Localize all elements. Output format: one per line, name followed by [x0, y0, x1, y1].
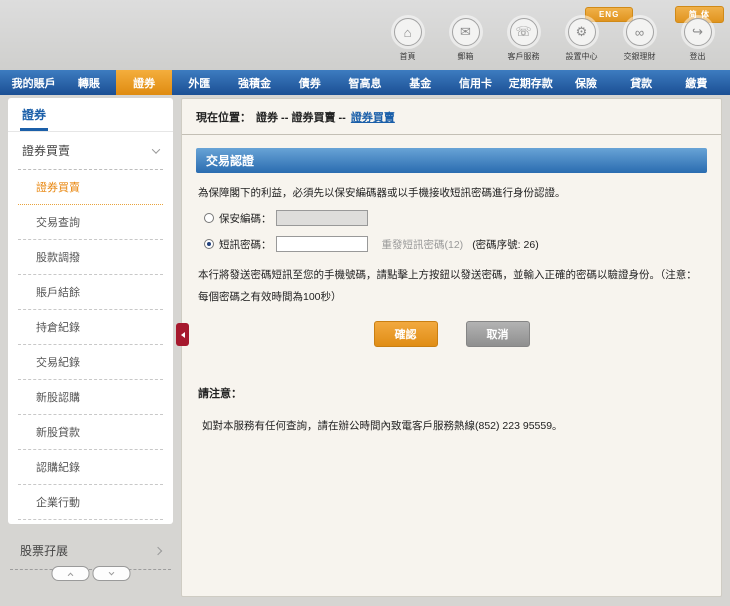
- sidebar-menu: 證券 證券買賣 證券買賣 交易查詢 股款調撥 賬戶結餘 持倉紀錄 交易紀錄 新股…: [8, 98, 173, 524]
- sidebar-pager: [51, 566, 130, 581]
- chevron-down-icon: [151, 144, 161, 154]
- nav-item-transfer[interactable]: 轉賬: [61, 70, 116, 95]
- quick-link-customer-service[interactable]: ☏ 客戶服務: [499, 18, 548, 62]
- sms-code-radio[interactable]: [204, 239, 214, 249]
- sidebar-item-transaction-enquiry[interactable]: 交易查詢: [18, 205, 163, 240]
- nav-item-insurance[interactable]: 保險: [558, 70, 613, 95]
- breadcrumb-path: 證券 -- 證券買賣 --: [256, 112, 346, 124]
- sidebar-section-margin-trading[interactable]: 股票孖展: [10, 532, 171, 570]
- nav-item-bill-payment[interactable]: 繳費: [669, 70, 724, 95]
- sidebar-item-ipo-subscription[interactable]: 新股認購: [18, 380, 163, 415]
- quick-links: ⌂ 首頁 ✉ 郵箱 ☏ 客戶服務 ⚙ 設置中心 ∞ 交銀理財 ↪ 登出: [383, 18, 722, 62]
- action-buttons: 確認 取消: [196, 321, 707, 348]
- quick-link-settings-center[interactable]: ⚙ 設置中心: [557, 18, 606, 62]
- chevron-right-icon: [153, 546, 163, 555]
- quick-link-label: 首頁: [399, 52, 416, 61]
- cancel-button[interactable]: 取消: [465, 321, 530, 348]
- sidebar-items: 證券買賣 交易查詢 股款調撥 賬戶結餘 持倉紀錄 交易紀錄 新股認購 新股貸款: [8, 170, 173, 520]
- confirm-button[interactable]: 確認: [373, 321, 438, 348]
- sidebar-item-ipo-loan[interactable]: 新股貸款: [18, 415, 163, 450]
- sidebar-tab-label: 證券: [20, 106, 49, 131]
- resend-sms-button[interactable]: 重發短訊密碼(12): [382, 237, 464, 252]
- security-code-option: 保安編碼：: [204, 210, 707, 226]
- sidebar-section-securities-trading[interactable]: 證券買賣: [18, 132, 163, 170]
- main-content: 現在位置： 證券 -- 證券買賣 -- 證券買賣 交易認證 為保障閣下的利益，必須先…: [176, 98, 722, 597]
- breadcrumb-prefix: 現在位置：: [196, 112, 251, 124]
- nav-item-time-deposit[interactable]: 定期存款: [503, 70, 558, 95]
- gear-icon: ⚙: [567, 18, 596, 46]
- sidebar-item-corporate-actions[interactable]: 企業行動: [18, 485, 163, 520]
- nav-item-bonds[interactable]: 債券: [282, 70, 337, 95]
- sidebar-item-transaction-records[interactable]: 交易紀錄: [18, 345, 163, 380]
- security-code-radio[interactable]: [204, 213, 214, 223]
- breadcrumb-current[interactable]: 證券買賣: [351, 112, 395, 124]
- home-icon: ⌂: [393, 18, 422, 46]
- scroll-up-button[interactable]: [51, 566, 89, 581]
- nav-item-my-accounts[interactable]: 我的賬戶: [6, 70, 61, 95]
- quick-link-label: 設置中心: [565, 52, 598, 61]
- customer-service-icon: ☏: [509, 18, 538, 46]
- sidebar-item-account-balance[interactable]: 賬戶結餘: [18, 275, 163, 310]
- quick-link-label: 郵箱: [457, 52, 474, 61]
- nav-item-smart-interest[interactable]: 智高息: [337, 70, 392, 95]
- nav-item-mpf[interactable]: 強積金: [227, 70, 282, 95]
- sms-code-input[interactable]: [275, 236, 368, 252]
- sms-code-label: 短訊密碼：: [219, 238, 272, 251]
- quick-link-label: 客戶服務: [507, 52, 540, 61]
- divider: [182, 134, 721, 135]
- logout-icon: ↪: [683, 18, 712, 46]
- quick-link-logout[interactable]: ↪ 登出: [673, 18, 722, 62]
- mail-icon: ✉: [451, 18, 480, 46]
- quick-link-home[interactable]: ⌂ 首頁: [383, 18, 432, 62]
- nav-item-loans[interactable]: 貸款: [614, 70, 669, 95]
- chevron-down-icon: [108, 569, 114, 575]
- chevron-up-icon: [67, 572, 73, 578]
- sidebar-extra-label: 股票孖展: [20, 544, 69, 558]
- notice-text: 如對本服務有任何查詢，請在辦公時間內致電客戶服務熱線(852) 223 9555…: [202, 420, 563, 433]
- sidebar-item-portfolio-records[interactable]: 持倉紀錄: [18, 310, 163, 345]
- notice-title: 請注意：: [198, 388, 242, 401]
- triangle-left-icon: [180, 331, 185, 338]
- security-code-label: 保安編碼：: [219, 212, 272, 225]
- content: 證券 證券買賣 證券買賣 交易查詢 股款調撥 賬戶結餘 持倉紀錄 交易紀錄 新股…: [0, 95, 730, 606]
- topbar: ENG 简 体 ⌂ 首頁 ✉ 郵箱 ☏ 客戶服務 ⚙ 設置中心 ∞ 交銀理財 ↪…: [0, 0, 730, 70]
- collapse-sidebar-tab[interactable]: [176, 323, 189, 346]
- nav-item-securities[interactable]: 證券: [116, 70, 172, 95]
- sidebar-item-securities-trading[interactable]: 證券買賣: [18, 170, 163, 205]
- quick-link-wealth-management[interactable]: ∞ 交銀理財: [615, 18, 664, 62]
- wealth-icon: ∞: [625, 18, 654, 46]
- breadcrumb: 現在位置： 證券 -- 證券買賣 -- 證券買賣: [196, 109, 707, 125]
- nav-item-credit-card[interactable]: 信用卡: [448, 70, 503, 95]
- nav-item-forex[interactable]: 外匯: [172, 70, 227, 95]
- scroll-down-button[interactable]: [92, 566, 130, 581]
- sms-code-option: 短訊密碼： 重發短訊密碼(12) (密碼序號: 26): [204, 236, 707, 252]
- sidebar-section-label: 證券買賣: [22, 144, 71, 158]
- sidebar-item-stock-fund-transfer[interactable]: 股款調撥: [18, 240, 163, 275]
- password-serial-number: (密碼序號: 26): [472, 238, 539, 251]
- panel-title: 交易認證: [196, 148, 707, 173]
- main-nav: 我的賬戶 轉賬 證券 外匯 強積金 債券 智高息 基金 信用卡 定期存款 保險 …: [0, 70, 730, 95]
- quick-link-mailbox[interactable]: ✉ 郵箱: [441, 18, 490, 62]
- sidebar: 證券 證券買賣 證券買賣 交易查詢 股款調撥 賬戶結餘 持倉紀錄 交易紀錄 新股…: [8, 98, 173, 597]
- page: ENG 简 体 ⌂ 首頁 ✉ 郵箱 ☏ 客戶服務 ⚙ 設置中心 ∞ 交銀理財 ↪…: [0, 0, 730, 606]
- quick-link-label: 登出: [689, 52, 706, 61]
- nav-item-funds[interactable]: 基金: [393, 70, 448, 95]
- sidebar-tab-securities[interactable]: 證券: [8, 98, 173, 132]
- security-code-input[interactable]: [275, 210, 368, 226]
- sidebar-item-subscription-records[interactable]: 認購紀錄: [18, 450, 163, 485]
- quick-link-label: 交銀理財: [623, 52, 656, 61]
- instruction-text: 為保障閣下的利益，必須先以保安編碼器或以手機接收短訊密碼進行身份認證。: [198, 187, 566, 199]
- note-text: 本行將發送密碼短訊至您的手機號碼，請點擊上方按鈕以發送密碼，並輸入正確的密碼以驗…: [198, 269, 697, 304]
